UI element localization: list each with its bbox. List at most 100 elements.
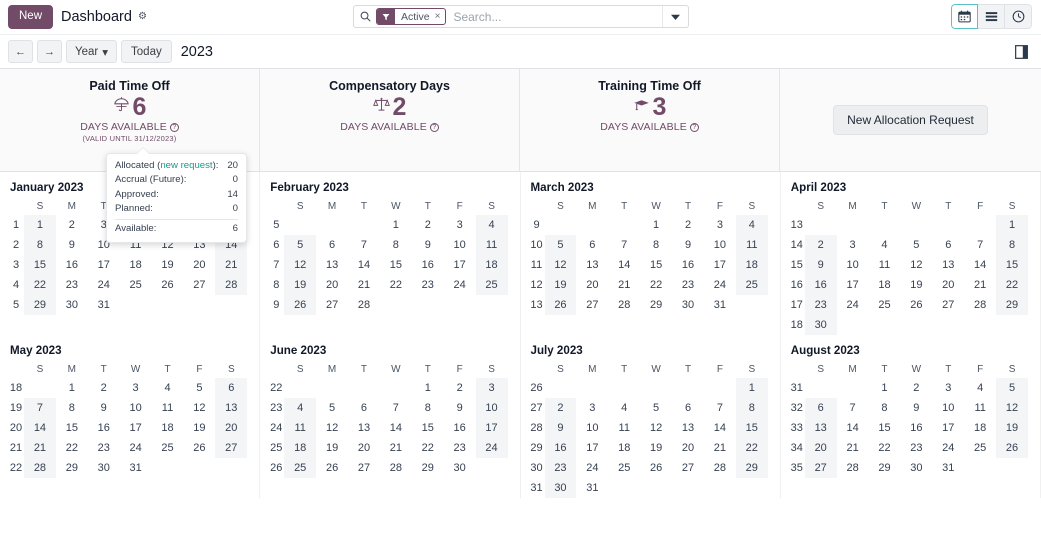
day-cell[interactable]: 3 bbox=[475, 378, 508, 398]
day-cell[interactable]: 25 bbox=[284, 458, 317, 478]
day-cell[interactable]: 19 bbox=[900, 275, 932, 295]
day-cell[interactable]: 6 bbox=[316, 235, 348, 255]
day-cell[interactable]: 22 bbox=[640, 275, 672, 295]
day-cell[interactable]: 20 bbox=[348, 438, 380, 458]
day-cell[interactable]: 12 bbox=[544, 255, 577, 275]
day-cell[interactable]: 17 bbox=[576, 438, 608, 458]
day-cell[interactable]: 3 bbox=[444, 215, 476, 235]
day-cell[interactable]: 19 bbox=[640, 438, 672, 458]
day-cell[interactable]: 2 bbox=[672, 215, 704, 235]
day-cell[interactable]: 28 bbox=[215, 275, 248, 295]
day-cell[interactable]: 4 bbox=[475, 215, 508, 235]
day-cell[interactable]: 14 bbox=[348, 255, 380, 275]
day-cell[interactable]: 27 bbox=[804, 458, 837, 478]
stat-card-training-time-off[interactable]: Training Time Off 3 DAYS AVAILABLE ? bbox=[520, 69, 780, 171]
day-cell[interactable]: 23 bbox=[412, 275, 444, 295]
day-cell[interactable]: 3 bbox=[120, 378, 152, 398]
day-cell[interactable]: 27 bbox=[932, 295, 964, 315]
day-cell[interactable]: 29 bbox=[996, 295, 1028, 315]
day-cell[interactable]: 11 bbox=[284, 418, 317, 438]
day-cell[interactable]: 11 bbox=[735, 235, 768, 255]
day-cell[interactable]: 15 bbox=[24, 255, 56, 275]
day-cell[interactable]: 2 bbox=[56, 215, 88, 235]
day-cell[interactable]: 6 bbox=[804, 398, 837, 418]
day-cell[interactable]: 28 bbox=[24, 458, 56, 478]
day-cell[interactable]: 12 bbox=[284, 255, 317, 275]
day-cell[interactable]: 7 bbox=[704, 398, 736, 418]
day-cell[interactable]: 18 bbox=[869, 275, 901, 295]
day-cell[interactable]: 18 bbox=[735, 255, 768, 275]
day-cell[interactable]: 8 bbox=[869, 398, 901, 418]
day-cell[interactable]: 7 bbox=[24, 398, 56, 418]
day-cell[interactable]: 21 bbox=[24, 438, 56, 458]
day-cell[interactable]: 15 bbox=[996, 255, 1028, 275]
day-cell[interactable]: 25 bbox=[964, 438, 996, 458]
day-cell[interactable]: 26 bbox=[996, 438, 1028, 458]
day-cell[interactable]: 20 bbox=[316, 275, 348, 295]
day-cell[interactable]: 19 bbox=[284, 275, 317, 295]
day-cell[interactable]: 20 bbox=[804, 438, 837, 458]
day-cell[interactable]: 23 bbox=[672, 275, 704, 295]
day-cell[interactable]: 16 bbox=[672, 255, 704, 275]
search-facet-active[interactable]: Active × bbox=[376, 8, 447, 25]
search-bar[interactable]: Active × Search... bbox=[353, 5, 689, 28]
day-cell[interactable]: 27 bbox=[576, 295, 608, 315]
day-cell[interactable]: 17 bbox=[475, 418, 508, 438]
gear-icon[interactable]: ⚙ bbox=[138, 12, 147, 22]
day-cell[interactable]: 11 bbox=[152, 398, 184, 418]
day-cell[interactable]: 9 bbox=[444, 398, 476, 418]
day-cell[interactable]: 5 bbox=[284, 235, 317, 255]
day-cell[interactable]: 19 bbox=[183, 418, 215, 438]
day-cell[interactable]: 16 bbox=[88, 418, 120, 438]
day-cell[interactable]: 1 bbox=[735, 378, 768, 398]
day-cell[interactable]: 24 bbox=[444, 275, 476, 295]
day-cell[interactable]: 23 bbox=[444, 438, 476, 458]
side-panel-toggle-icon[interactable] bbox=[1015, 45, 1028, 63]
day-cell[interactable]: 13 bbox=[932, 255, 964, 275]
stat-card-compensatory-days[interactable]: Compensatory Days 2 DAYS AVAILABLE ? bbox=[260, 69, 520, 171]
new-button[interactable]: New bbox=[8, 5, 54, 29]
day-cell[interactable]: 28 bbox=[837, 458, 869, 478]
question-icon[interactable]: ? bbox=[429, 122, 439, 132]
day-cell[interactable]: 28 bbox=[380, 458, 412, 478]
day-cell[interactable]: 9 bbox=[88, 398, 120, 418]
day-cell[interactable]: 22 bbox=[24, 275, 56, 295]
day-cell[interactable]: 8 bbox=[735, 398, 768, 418]
day-cell[interactable]: 14 bbox=[704, 418, 736, 438]
day-cell[interactable]: 31 bbox=[120, 458, 152, 478]
day-cell[interactable]: 12 bbox=[316, 418, 348, 438]
day-cell[interactable]: 16 bbox=[804, 275, 837, 295]
day-cell[interactable]: 2 bbox=[412, 215, 444, 235]
day-cell[interactable]: 9 bbox=[900, 398, 932, 418]
day-cell[interactable]: 10 bbox=[120, 398, 152, 418]
day-cell[interactable]: 1 bbox=[56, 378, 88, 398]
day-cell[interactable]: 15 bbox=[735, 418, 768, 438]
day-cell[interactable]: 15 bbox=[869, 418, 901, 438]
day-cell[interactable]: 2 bbox=[88, 378, 120, 398]
day-cell[interactable]: 9 bbox=[804, 255, 837, 275]
day-cell[interactable]: 20 bbox=[215, 418, 248, 438]
day-cell[interactable]: 1 bbox=[996, 215, 1028, 235]
chevron-down-icon[interactable] bbox=[662, 6, 688, 27]
day-cell[interactable]: 14 bbox=[837, 418, 869, 438]
day-cell[interactable]: 29 bbox=[735, 458, 768, 478]
day-cell[interactable]: 12 bbox=[183, 398, 215, 418]
day-cell[interactable]: 31 bbox=[932, 458, 964, 478]
day-cell[interactable]: 10 bbox=[932, 398, 964, 418]
day-cell[interactable]: 17 bbox=[444, 255, 476, 275]
day-cell[interactable]: 26 bbox=[316, 458, 348, 478]
day-cell[interactable]: 24 bbox=[837, 295, 869, 315]
day-cell[interactable]: 30 bbox=[88, 458, 120, 478]
day-cell[interactable]: 4 bbox=[869, 235, 901, 255]
day-cell[interactable]: 18 bbox=[284, 438, 317, 458]
day-cell[interactable]: 18 bbox=[120, 255, 152, 275]
day-cell[interactable]: 27 bbox=[348, 458, 380, 478]
day-cell[interactable]: 18 bbox=[475, 255, 508, 275]
day-cell[interactable]: 25 bbox=[869, 295, 901, 315]
day-cell[interactable]: 5 bbox=[316, 398, 348, 418]
day-cell[interactable]: 23 bbox=[56, 275, 88, 295]
day-cell[interactable]: 2 bbox=[544, 398, 577, 418]
day-cell[interactable]: 29 bbox=[24, 295, 56, 315]
day-cell[interactable]: 8 bbox=[412, 398, 444, 418]
day-cell[interactable]: 20 bbox=[183, 255, 215, 275]
